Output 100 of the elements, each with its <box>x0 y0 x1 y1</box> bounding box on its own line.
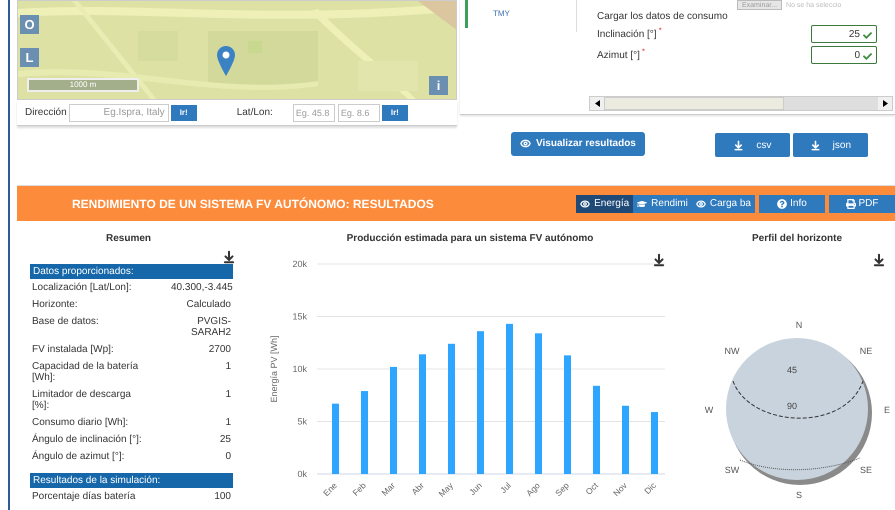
compass-label: S <box>796 490 802 500</box>
table-cell-text: 2700 <box>208 344 231 355</box>
help-icon <box>777 198 788 208</box>
ring-label: 45 <box>787 365 797 375</box>
compass-label: N <box>796 320 802 330</box>
map-info-button[interactable]: i <box>429 76 448 95</box>
panel-title: Resumen <box>106 232 151 246</box>
axis-tick-label: Jun <box>467 480 484 498</box>
visualize-button[interactable]: Visualizar resultados <box>511 132 645 156</box>
check-icon <box>863 31 872 40</box>
download-button[interactable]: csv <box>714 133 790 157</box>
compass-label: NE <box>860 346 872 356</box>
axis-tick-label: 10k <box>292 364 307 374</box>
table-cell-text: Consumo diario [Wh]: <box>32 417 130 428</box>
results-tab[interactable]: Energía <box>576 194 634 212</box>
compass-label: NW <box>724 346 740 356</box>
latitude-field[interactable]: Eg. 45.8 <box>292 104 335 122</box>
field-label: Lat/Lon: <box>236 106 273 120</box>
printer-icon <box>846 198 856 208</box>
go-button[interactable]: Ir! <box>170 104 197 120</box>
eye-icon <box>520 138 531 149</box>
map-pin-icon <box>217 46 235 76</box>
axis-tick-label: Sep <box>553 480 571 498</box>
axis-tick-label: Ene <box>321 480 339 498</box>
download-button[interactable]: json <box>792 133 868 157</box>
axis-tick-label: Mar <box>380 480 397 498</box>
map-layer-button[interactable]: O <box>20 15 39 34</box>
table-cell-text: Horizonte: <box>32 299 79 310</box>
map[interactable]: O L 1000 m i <box>17 0 457 100</box>
axis-tick-label: Jul <box>498 480 513 496</box>
axis-tick-label: Dic <box>642 480 658 496</box>
axis-tick-label: Nov <box>611 480 629 498</box>
pdf-button[interactable]: PDF <box>829 194 895 212</box>
field-label: Inclinación [°] <box>597 28 657 42</box>
number-field[interactable]: 0 <box>811 46 877 64</box>
field-label: Dirección <box>25 106 67 120</box>
table-cell-text: Ángulo de inclinación [°]: <box>32 434 143 445</box>
download-icon <box>810 140 821 150</box>
go-button[interactable]: Ir! <box>382 104 408 120</box>
chart-title: Perfil del horizonte <box>752 232 844 246</box>
axis-tick-label: May <box>436 480 455 499</box>
compass-label: SW <box>724 465 740 475</box>
address-field[interactable]: Eg.Ispra, Italy <box>68 104 169 122</box>
table-cell-text: 0 <box>224 451 231 462</box>
table-cell: 40.300,-3.445 <box>171 282 231 293</box>
info-button[interactable]: Info <box>759 194 825 212</box>
table-cell-text: PVGIS-SARAH2 <box>190 316 231 338</box>
compass-label: E <box>884 405 890 415</box>
table-cell-text: 25 <box>218 434 231 445</box>
check-icon <box>863 52 872 61</box>
table-cell-text: Limitador de descarga [%]: <box>32 389 132 411</box>
table-cell-text: Capacidad de la batería [Wh]: <box>32 361 140 383</box>
table-cell-text: Localización [Lat/Lon]: <box>32 282 133 293</box>
results-tab[interactable]: Carga ba <box>692 194 755 212</box>
bar <box>651 412 658 474</box>
required-mark: * <box>642 48 646 56</box>
longitude-field[interactable]: Eg. 8.6 <box>338 104 380 122</box>
axis-tick-label: Oct <box>583 480 600 497</box>
axis-tick-label: 0k <box>297 469 307 479</box>
table-cell-text: FV instalada [Wp]: <box>32 344 115 355</box>
axis-tick-label: 15k <box>292 312 307 322</box>
table-cell-text: Calculado <box>186 299 231 310</box>
bar <box>622 406 629 474</box>
required-mark: * <box>658 26 662 34</box>
download-icon[interactable] <box>872 253 886 267</box>
axis-tick-label: Ago <box>524 480 542 498</box>
compass-label: SE <box>860 465 872 475</box>
scroll-right-icon[interactable] <box>878 97 892 110</box>
scrollbar-thumb[interactable] <box>604 97 784 110</box>
table-cell-text: 100 <box>213 491 231 502</box>
axis-tick-label: Abr <box>409 480 426 497</box>
axis-tick-label: 5k <box>297 416 307 426</box>
download-icon[interactable] <box>222 250 236 264</box>
scroll-left-icon[interactable] <box>590 97 604 110</box>
table-cell-text: 1 <box>224 389 231 402</box>
table-cell-text: Porcentaje días batería <box>32 491 136 502</box>
section-header: Datos proporcionados: <box>30 264 233 279</box>
download-icon[interactable] <box>652 253 666 267</box>
table-cell-text: Ángulo de azimut [°]: <box>32 451 126 462</box>
results-tab[interactable]: Rendimi <box>633 194 692 212</box>
axis-tick-label: 20k <box>292 259 307 269</box>
axis-tick-label: Feb <box>350 480 368 498</box>
table-cell-text: 1 <box>224 417 231 428</box>
chart-title: Producción estimada para un sistema FV autónomo <box>346 232 594 246</box>
results-title: RENDIMIENTO DE UN SISTEMA FV AUTÓNOMO: RESULTADOS <box>72 196 434 212</box>
axis-title: Energía PV [Wh] <box>269 335 279 403</box>
side-tab[interactable]: TMY <box>465 0 576 28</box>
field-label: Cargar los datos de consumo <box>597 11 729 23</box>
map-layer-button[interactable]: L <box>20 48 39 67</box>
bar <box>332 404 339 474</box>
table-cell-text: 1 <box>224 361 231 374</box>
table-cell-text: Base de datos: <box>32 316 100 329</box>
scale-bar: 1000 m <box>27 78 139 92</box>
download-icon <box>733 140 744 150</box>
ring-label: 90 <box>787 401 797 411</box>
field-label: Azimut [°] <box>597 48 640 62</box>
eye-icon <box>580 198 590 208</box>
eye-icon <box>696 198 706 208</box>
compass-label: W <box>704 405 714 415</box>
number-field[interactable]: 25 <box>811 25 877 43</box>
